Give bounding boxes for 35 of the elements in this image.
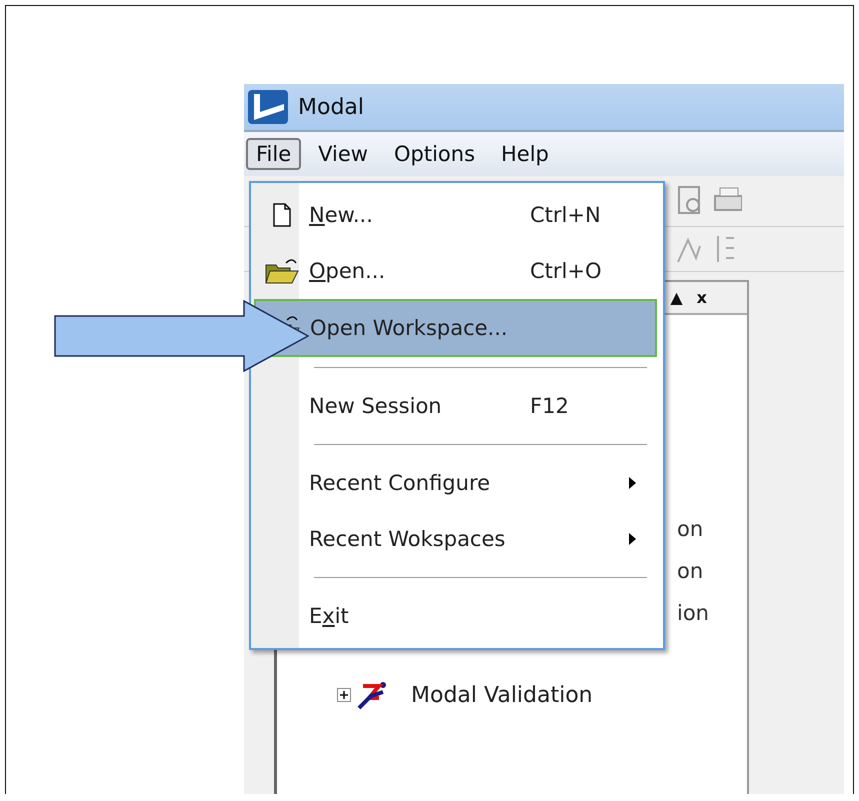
menu-option[interactable]: Open Workspace... xyxy=(254,299,657,357)
shortcut-label: F12 xyxy=(530,394,569,418)
collapse-button[interactable]: ▲ xyxy=(670,288,683,307)
shortcut-label: Ctrl+N xyxy=(530,203,601,227)
window-title: Modal xyxy=(298,94,364,120)
runner-icon xyxy=(357,680,389,710)
menu-option-label: Open Workspace... xyxy=(310,316,508,340)
tree-item-label: on xyxy=(677,516,704,543)
menu-item[interactable]: File xyxy=(246,138,302,170)
app-logo-icon xyxy=(248,90,288,124)
menu-item[interactable]: Help xyxy=(492,139,558,169)
expand-toggle-icon[interactable] xyxy=(337,688,351,702)
menu-item[interactable]: Options xyxy=(384,139,484,169)
menu-item[interactable]: View xyxy=(309,139,377,169)
tree-item-label[interactable]: Modal Validation xyxy=(411,682,593,708)
menu-option-label: Recent Wokspaces xyxy=(309,527,506,551)
menu-option-label: New Session xyxy=(309,394,442,418)
menu-option[interactable]: New... Ctrl+N xyxy=(254,187,657,243)
tree-item-label: ion xyxy=(677,600,709,627)
menu-option-label: Open... xyxy=(309,259,386,283)
folder-icon xyxy=(264,257,300,285)
page-icon xyxy=(272,202,292,228)
menu-option-label: Recent Configure xyxy=(309,471,490,495)
submenu-arrow-icon xyxy=(629,477,636,489)
menu-option-label: Exit xyxy=(309,604,349,628)
menu-option[interactable]: New Session F12 xyxy=(254,378,657,434)
menu-option[interactable]: Open... Ctrl+O xyxy=(254,243,657,299)
menu-option[interactable]: Recent Wokspaces xyxy=(254,511,657,567)
close-button[interactable]: x xyxy=(696,288,707,307)
shortcut-label: Ctrl+O xyxy=(530,259,602,283)
submenu-arrow-icon xyxy=(629,533,636,545)
menu-option[interactable]: Recent Configure xyxy=(254,455,657,511)
menu-option[interactable]: Exit xyxy=(254,588,657,644)
menu-option-label: New... xyxy=(309,203,373,227)
tree-item-label: on xyxy=(677,558,704,585)
